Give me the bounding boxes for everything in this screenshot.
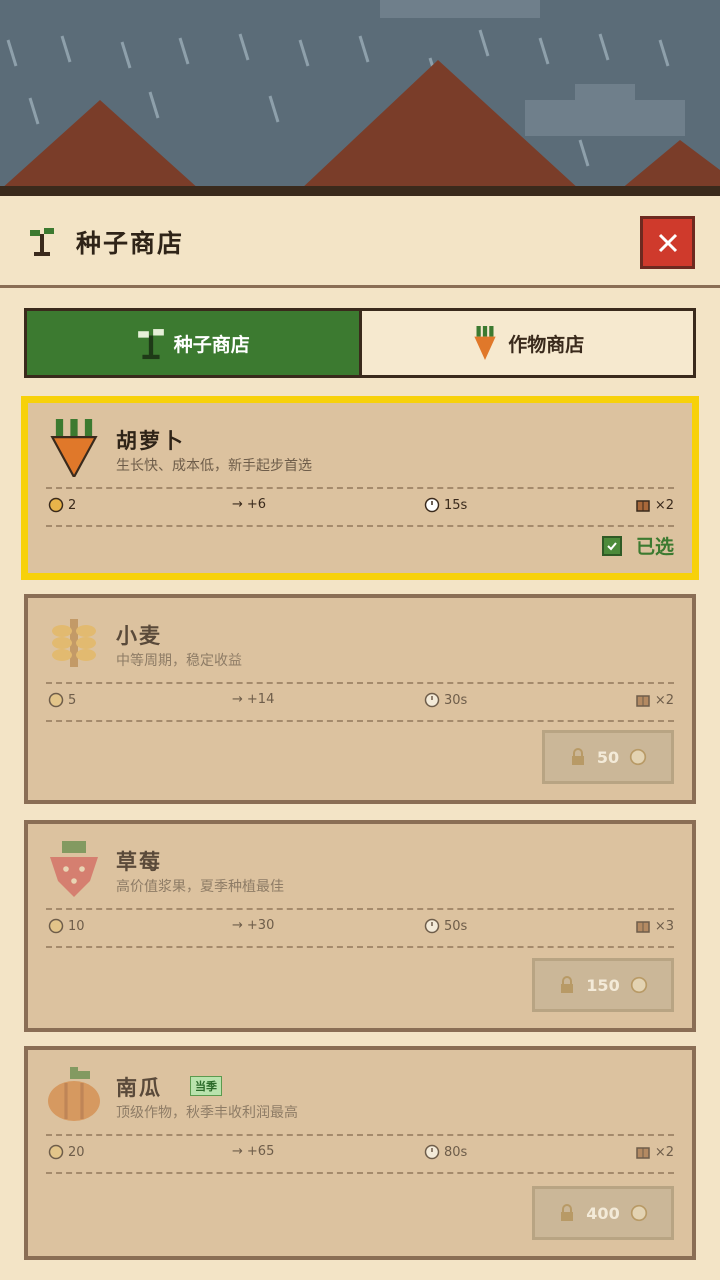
seed-stats: 20 → +65 80s ×2	[46, 1134, 674, 1174]
stat-yield: ×2	[635, 497, 674, 513]
page-title: 种子商店	[76, 229, 185, 258]
shop-tabs: 种子商店 作物商店	[24, 308, 696, 378]
seed-card-pumpkin[interactable]: 南瓜 当季 顶级作物，秋季丰收利润最高 20 → +65 80s ×2 400	[24, 1046, 696, 1260]
seed-desc: 顶级作物，秋季丰收利润最高	[116, 1105, 298, 1121]
seed-name: 南瓜	[116, 1076, 162, 1100]
coin-icon	[48, 692, 64, 708]
seed-desc: 生长快、成本低，新手起步首选	[116, 458, 312, 474]
buy-button[interactable]: 400	[532, 1186, 674, 1240]
wheat-icon	[52, 619, 96, 667]
buy-button[interactable]: 50	[542, 730, 674, 784]
clock-icon	[424, 918, 440, 934]
coin-icon	[629, 748, 647, 766]
seed-shop-panel: 种子商店 种子商店 作物商店 胡萝卜 生长快、成本低，新手起步首选 2 → +6…	[0, 196, 720, 1280]
coin-icon	[48, 918, 64, 934]
seed-stats: 2 → +6 15s ×2	[46, 487, 674, 527]
arrow-icon: →	[232, 692, 243, 707]
tab-seed-shop[interactable]: 种子商店	[27, 311, 359, 375]
seed-name: 小麦	[116, 624, 162, 648]
lock-icon	[571, 748, 584, 765]
selected-indicator: 已选	[601, 532, 674, 559]
arrow-icon: →	[232, 1144, 243, 1159]
coin-icon	[630, 976, 647, 994]
stat-profit: → +65	[232, 1144, 275, 1159]
buy-button[interactable]: 150	[532, 958, 674, 1012]
stat-profit: → +14	[232, 692, 275, 707]
check-icon	[601, 535, 622, 556]
stat-cost: 20	[48, 1144, 85, 1160]
clock-icon	[424, 692, 440, 708]
arrow-icon: →	[232, 497, 243, 512]
carrot-icon	[474, 326, 496, 360]
stat-cost: 2	[48, 497, 76, 513]
stat-cost: 10	[48, 918, 85, 934]
seed-card-strawberry[interactable]: 草莓 高价值浆果，夏季种植最佳 10 → +30 50s ×3 150	[24, 820, 696, 1032]
stat-time: 50s	[424, 918, 467, 934]
stat-profit: → +30	[232, 918, 275, 933]
tab-label: 种子商店	[173, 333, 250, 356]
stat-time: 80s	[424, 1144, 467, 1160]
seed-desc: 高价值浆果，夏季种植最佳	[116, 879, 284, 895]
seed-stats: 5 → +14 30s ×2	[46, 682, 674, 722]
pumpkin-icon	[48, 1067, 100, 1121]
stat-time: 30s	[424, 692, 467, 708]
clock-icon	[424, 1144, 440, 1160]
coin-icon	[630, 1204, 647, 1222]
crate-icon	[636, 695, 650, 707]
stat-yield: ×3	[635, 918, 674, 934]
seed-name: 草莓	[116, 850, 162, 874]
carrot-icon	[50, 419, 98, 477]
crate-icon	[636, 921, 650, 933]
close-button[interactable]	[640, 216, 695, 269]
tab-crop-shop[interactable]: 作物商店	[358, 311, 693, 375]
tab-label: 作物商店	[508, 333, 585, 356]
seed-name: 胡萝卜	[116, 429, 185, 453]
coin-icon	[48, 1144, 64, 1160]
crate-icon	[636, 500, 650, 512]
sprout-icon	[30, 228, 54, 256]
panel-header: 种子商店	[0, 196, 720, 288]
crate-icon	[636, 1147, 650, 1159]
season-badge: 当季	[190, 1076, 222, 1096]
stat-time: 15s	[424, 497, 467, 513]
clock-icon	[424, 497, 440, 513]
stat-cost: 5	[48, 692, 76, 708]
seed-card-wheat[interactable]: 小麦 中等周期，稳定收益 5 → +14 30s ×2 50	[24, 594, 696, 804]
stat-yield: ×2	[635, 692, 674, 708]
seed-card-carrot[interactable]: 胡萝卜 生长快、成本低，新手起步首选 2 → +6 15s ×2 已选	[21, 396, 699, 580]
lock-icon	[561, 976, 574, 993]
stat-yield: ×2	[635, 1144, 674, 1160]
coin-icon	[48, 497, 64, 513]
background-scene	[0, 0, 720, 196]
strawberry-icon	[50, 841, 98, 897]
sprout-icon	[137, 329, 164, 360]
close-icon	[658, 233, 677, 252]
seed-stats: 10 → +30 50s ×3	[46, 908, 674, 948]
seed-desc: 中等周期，稳定收益	[116, 653, 242, 669]
stat-profit: → +6	[232, 497, 267, 512]
selected-label: 已选	[635, 536, 674, 558]
lock-icon	[561, 1204, 574, 1221]
arrow-icon: →	[232, 918, 243, 933]
